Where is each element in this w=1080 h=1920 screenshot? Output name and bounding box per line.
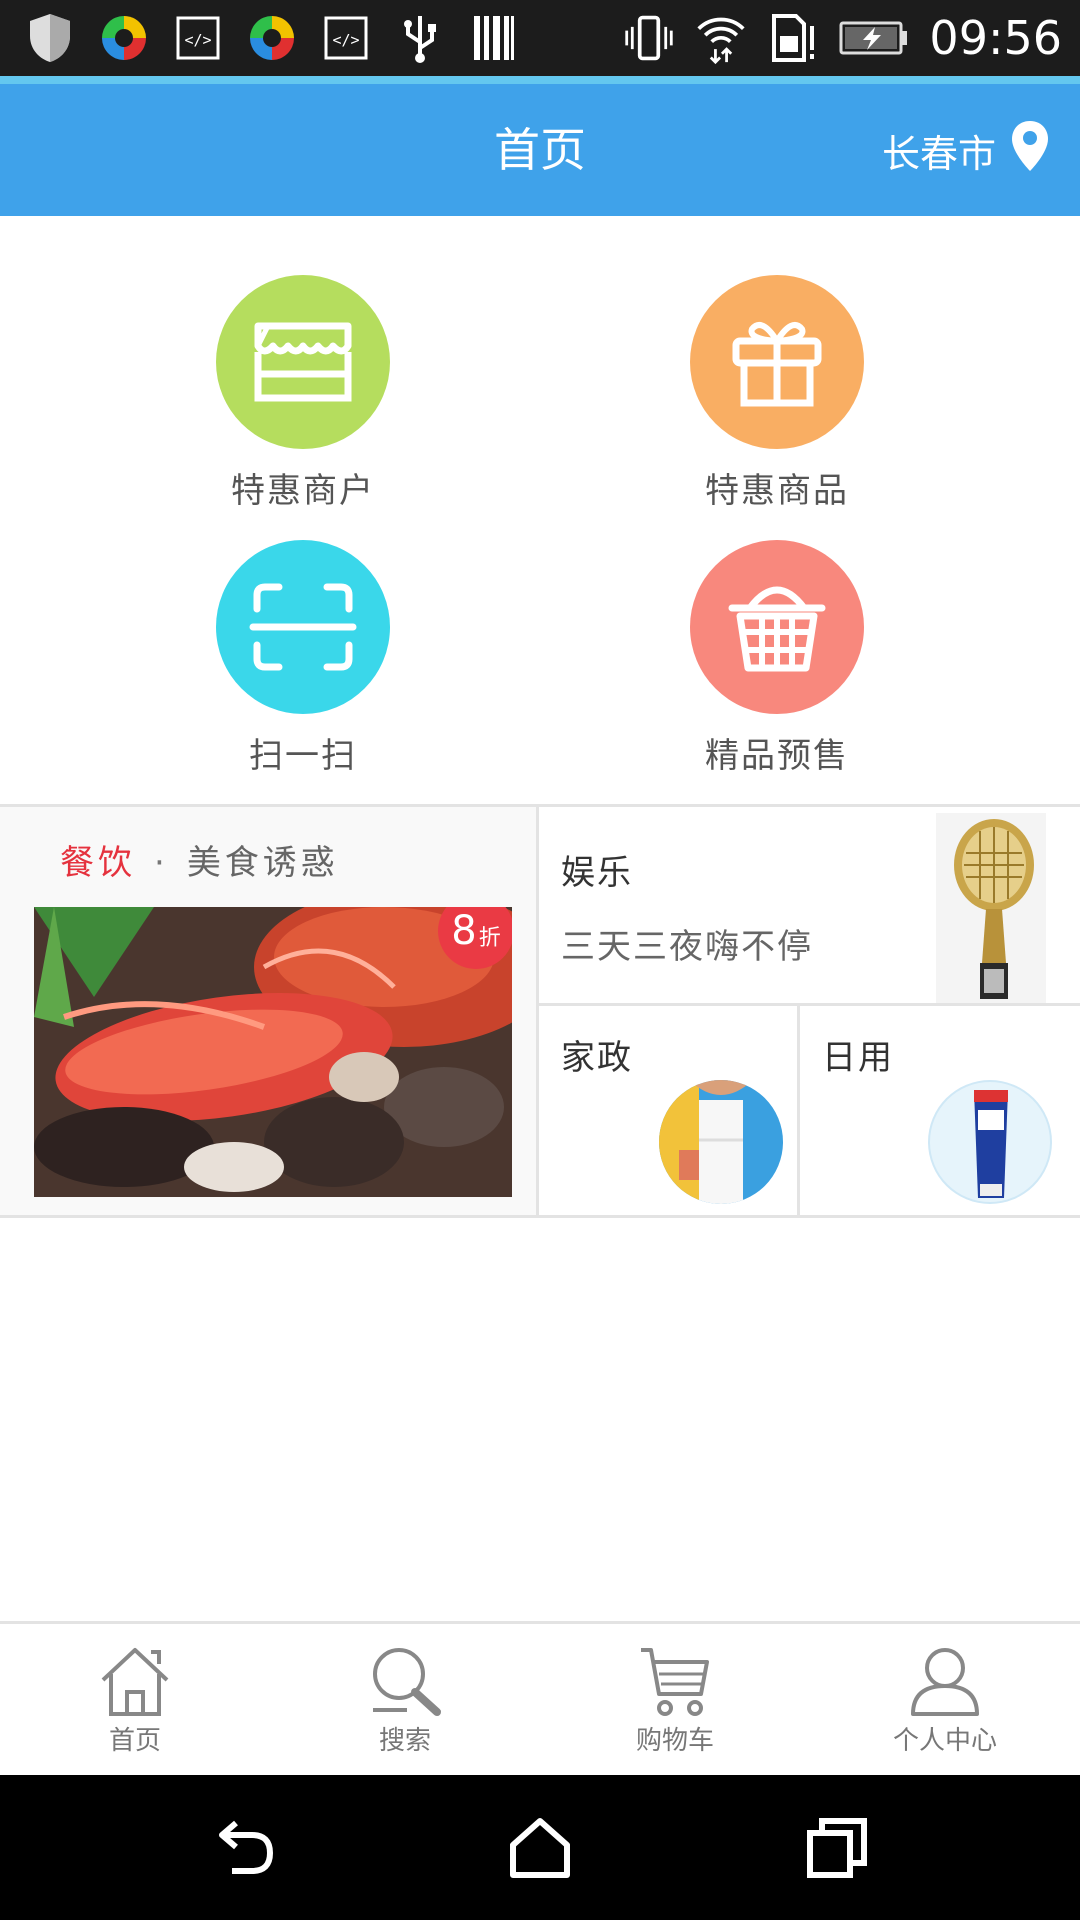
- quick-actions: 特惠商户 特惠商品 扫一扫 精品预售: [0, 216, 1080, 804]
- user-icon: [911, 1648, 979, 1716]
- status-accent-line: [0, 76, 1080, 84]
- nav-label: 购物车: [635, 1726, 714, 1756]
- status-icons-left: </> </>: [24, 8, 520, 68]
- quick-action-presale[interactable]: 精品预售: [657, 540, 897, 777]
- app-icon: [98, 12, 150, 64]
- seafood-image: 8折: [34, 907, 512, 1197]
- quick-action-discount-goods[interactable]: 特惠商品: [657, 275, 897, 512]
- usb-icon: [394, 12, 446, 64]
- scan-icon: [216, 540, 390, 714]
- search-icon: [373, 1648, 441, 1716]
- store-icon: [216, 275, 390, 449]
- category-entertainment[interactable]: 娱乐 三天三夜嗨不停: [539, 807, 1080, 1006]
- battery-charging-icon: [839, 12, 909, 64]
- home-icon: [101, 1648, 169, 1716]
- back-icon[interactable]: [206, 1811, 280, 1885]
- entertainment-slogan: 三天三夜嗨不停: [561, 927, 813, 967]
- basket-icon: [690, 540, 864, 714]
- status-time: 09:56: [929, 11, 1062, 65]
- nav-cart[interactable]: 购物车: [540, 1644, 810, 1757]
- system-nav-bar: [0, 1775, 1080, 1920]
- app-icon: [246, 12, 298, 64]
- code-icon: </>: [172, 12, 224, 64]
- nav-home[interactable]: 首页: [0, 1644, 270, 1757]
- svg-text:</>: </>: [332, 31, 359, 49]
- food-category-name: 餐饮: [60, 843, 136, 883]
- quick-action-label: 扫一扫: [249, 736, 357, 776]
- recent-apps-icon[interactable]: [800, 1811, 874, 1885]
- daily-goods-image: [928, 1080, 1052, 1204]
- location-pin-icon: [1010, 119, 1050, 182]
- bottom-nav: 首页 搜索 购物车 个人中心: [0, 1621, 1080, 1778]
- food-slogan: 美食诱惑: [186, 843, 339, 883]
- nav-label: 搜索: [378, 1726, 431, 1756]
- quick-action-label: 精品预售: [705, 736, 849, 776]
- nav-label: 首页: [108, 1726, 161, 1756]
- microphone-image: [936, 813, 1046, 1003]
- quick-action-label: 特惠商户: [231, 471, 375, 511]
- code-icon: </>: [320, 12, 372, 64]
- quick-action-scan[interactable]: 扫一扫: [183, 540, 423, 777]
- city-label: 长春市: [881, 131, 996, 176]
- city-selector[interactable]: 长春市: [882, 84, 1050, 216]
- quick-action-label: 特惠商品: [705, 471, 849, 511]
- wifi-icon: [695, 12, 747, 65]
- category-food[interactable]: 餐饮 · 美食诱惑 8折: [0, 807, 539, 1215]
- food-header: 餐饮 · 美食诱惑: [60, 835, 339, 884]
- sim-alert-icon: [767, 12, 819, 64]
- housekeeping-image: [659, 1080, 783, 1204]
- nav-profile[interactable]: 个人中心: [810, 1644, 1080, 1757]
- shield-icon: [24, 12, 76, 64]
- status-bar: </> </> 09:56: [0, 0, 1080, 76]
- quick-action-discount-merchants[interactable]: 特惠商户: [183, 275, 423, 512]
- home-button-icon[interactable]: [503, 1811, 577, 1885]
- gift-icon: [690, 275, 864, 449]
- daily-title: 日用: [822, 1038, 894, 1078]
- cart-icon: [641, 1648, 709, 1716]
- category-daily[interactable]: 日用: [800, 1006, 1080, 1215]
- category-housekeeping[interactable]: 家政: [539, 1006, 800, 1215]
- discount-number: 8: [451, 908, 477, 954]
- vibrate-icon: [623, 12, 675, 64]
- svg-text:</>: </>: [184, 31, 211, 49]
- discount-unit: 折: [478, 926, 501, 951]
- nav-search[interactable]: 搜索: [270, 1644, 540, 1757]
- category-panel: 餐饮 · 美食诱惑 8折 娱乐 三天三夜嗨不停 家政 日用: [0, 807, 1080, 1215]
- status-icons-right: 09:56: [623, 8, 1062, 68]
- separator-dot: ·: [154, 843, 169, 883]
- section-divider: [0, 1215, 1080, 1218]
- housekeeping-title: 家政: [561, 1038, 633, 1078]
- barcode-icon: [468, 12, 520, 64]
- header-bar: 首页 长春市: [0, 84, 1080, 216]
- nav-label: 个人中心: [892, 1726, 997, 1756]
- entertainment-title: 娱乐: [561, 853, 633, 893]
